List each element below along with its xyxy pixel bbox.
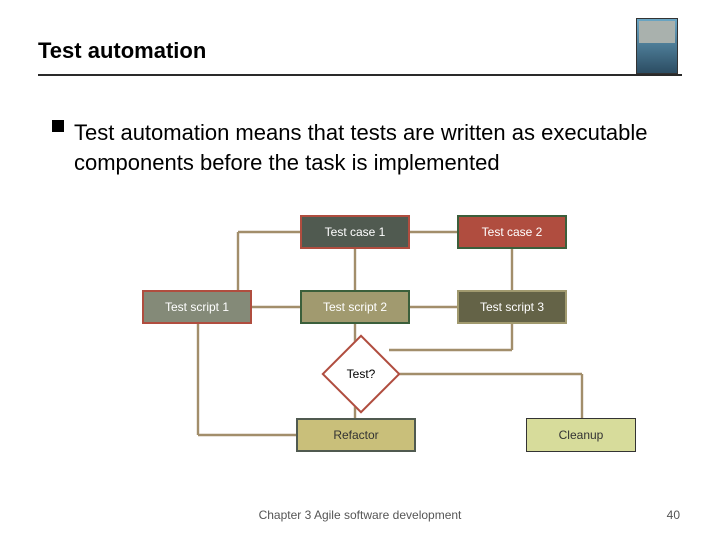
box-test-script-2: Test script 2 xyxy=(300,290,410,324)
slide-title: Test automation xyxy=(38,38,206,64)
book-thumbnail xyxy=(636,18,678,74)
decision-test: Test? xyxy=(333,346,389,402)
box-test-case-2: Test case 2 xyxy=(457,215,567,249)
bullet-text: Test automation means that tests are wri… xyxy=(74,120,648,175)
bullet-icon xyxy=(52,120,64,132)
slide: Test automation Test automation means th… xyxy=(0,0,720,540)
footer-text: Chapter 3 Agile software development xyxy=(0,508,720,522)
box-test-script-1: Test script 1 xyxy=(142,290,252,324)
box-cleanup: Cleanup xyxy=(526,418,636,452)
box-test-script-3: Test script 3 xyxy=(457,290,567,324)
page-number: 40 xyxy=(667,508,680,522)
box-test-case-1: Test case 1 xyxy=(300,215,410,249)
flow-diagram: Test case 1 Test case 2 Test script 1 Te… xyxy=(38,200,682,480)
decision-label: Test? xyxy=(333,346,389,402)
title-rule xyxy=(38,74,682,76)
bullet-list: Test automation means that tests are wri… xyxy=(52,118,668,177)
box-refactor: Refactor xyxy=(296,418,416,452)
